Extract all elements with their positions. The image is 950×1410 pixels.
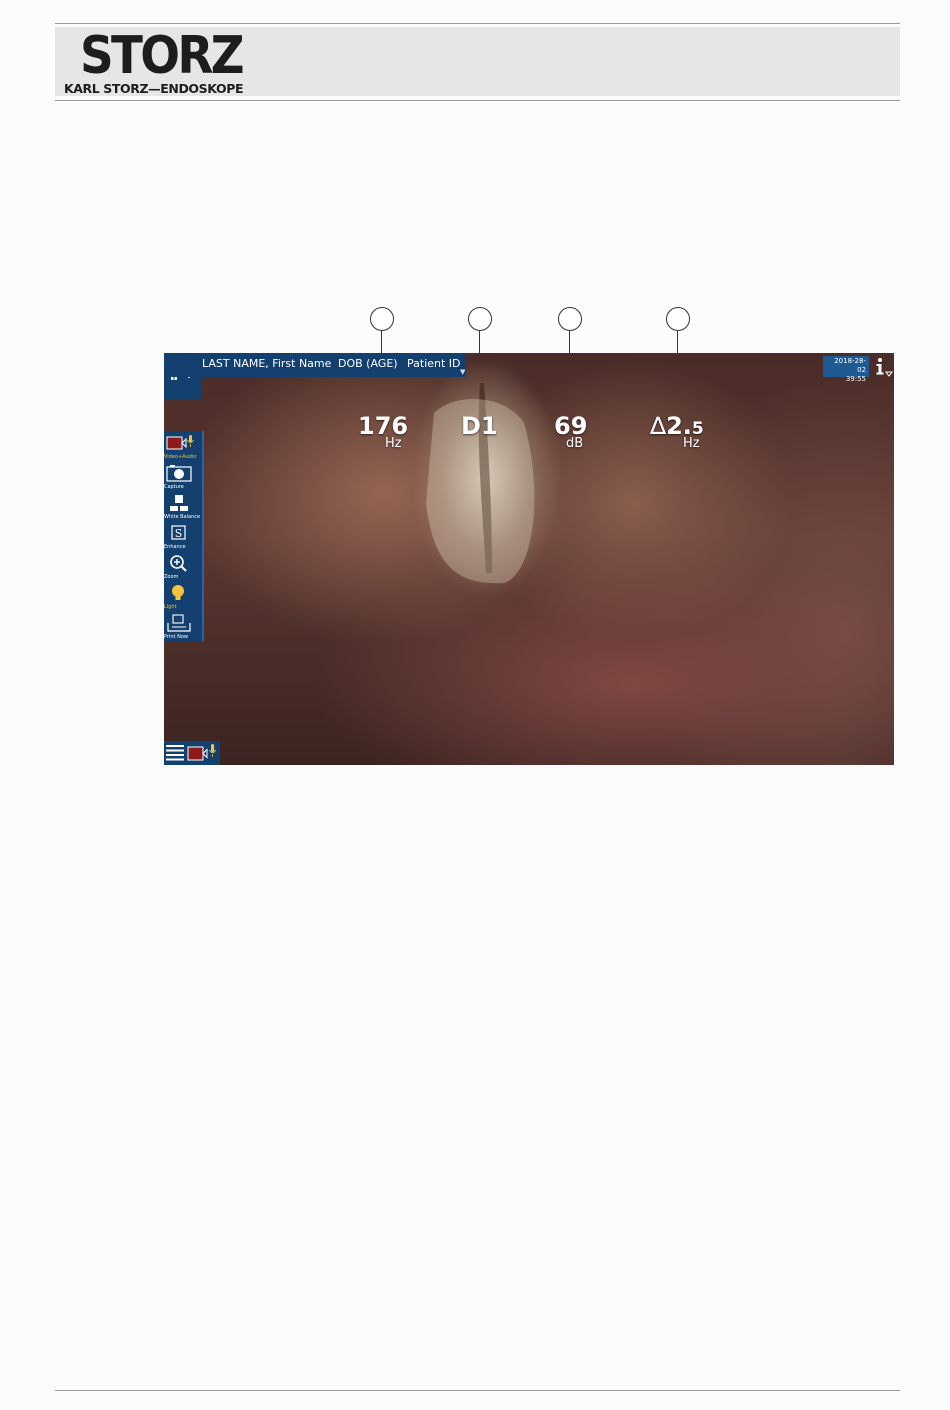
video-audio-icon bbox=[166, 435, 194, 450]
tool-label: Light bbox=[164, 604, 177, 610]
header-bottom-rule bbox=[55, 100, 900, 101]
callout-1 bbox=[370, 307, 394, 331]
enhance-icon: S bbox=[171, 525, 186, 540]
header-top-rule bbox=[55, 23, 900, 24]
delta-unit: Hz bbox=[683, 436, 700, 451]
white-balance-icon bbox=[170, 495, 188, 511]
callout-4 bbox=[666, 307, 690, 331]
tool-label: Zoom bbox=[164, 574, 179, 580]
glottis-shape bbox=[426, 383, 535, 584]
tool-label: Capture bbox=[164, 484, 184, 490]
tool-print-now[interactable]: Print Now bbox=[164, 613, 200, 643]
tool-video-audio[interactable]: Video+Audio bbox=[164, 433, 200, 463]
patient-id: Patient ID bbox=[407, 357, 461, 370]
tool-white-balance[interactable]: White Balance bbox=[164, 493, 200, 523]
tool-label: White Balance bbox=[164, 514, 201, 520]
camera-icon bbox=[166, 465, 192, 482]
logo-wordmark: STORZ bbox=[80, 26, 245, 86]
recording-status-icon[interactable] bbox=[187, 743, 219, 763]
mode-value: D1 bbox=[461, 412, 498, 440]
bottom-bar bbox=[164, 741, 220, 765]
level-unit: dB bbox=[566, 436, 584, 451]
storz-logo: STORZ KARL STORZ—ENDOSKOPE bbox=[64, 28, 264, 98]
patient-info-bar[interactable]: LAST NAME, First Name DOB (AGE) Patient … bbox=[164, 353, 466, 377]
endoscope-screen: LAST NAME, First Name DOB (AGE) Patient … bbox=[164, 353, 894, 765]
left-toolbar: Video+Audio Capture White Balance S Enha… bbox=[164, 431, 204, 641]
date-text: 2018-28-02 bbox=[834, 357, 866, 374]
tool-zoom[interactable]: Zoom bbox=[164, 553, 200, 583]
info-icon[interactable] bbox=[874, 356, 894, 378]
zoom-icon bbox=[170, 555, 187, 572]
datetime-display: 2018-28-02 39:55 bbox=[823, 356, 869, 383]
tool-enhance[interactable]: S Enhance bbox=[164, 523, 200, 553]
logo-subtitle: KARL STORZ—ENDOSKOPE bbox=[64, 81, 244, 96]
time-text: 39:55 bbox=[845, 375, 866, 383]
tool-light[interactable]: Light bbox=[164, 583, 200, 613]
triangle-down-icon[interactable]: ▼ bbox=[460, 368, 465, 376]
tool-label: Enhance bbox=[164, 544, 186, 550]
tool-label: Print Now bbox=[164, 634, 188, 640]
callout-3 bbox=[558, 307, 582, 331]
tool-capture[interactable]: Capture bbox=[164, 463, 200, 493]
svg-text:S: S bbox=[175, 527, 183, 540]
print-icon bbox=[167, 614, 191, 632]
menu-icon[interactable] bbox=[165, 743, 185, 763]
tool-label: Video+Audio bbox=[164, 454, 197, 460]
footer-rule bbox=[55, 1390, 900, 1391]
callout-2 bbox=[468, 307, 492, 331]
patient-name: LAST NAME, First Name bbox=[202, 357, 332, 370]
frequency-unit: Hz bbox=[385, 436, 402, 451]
patient-dob: DOB (AGE) bbox=[338, 357, 398, 370]
delta-symbol: ∆ bbox=[650, 412, 667, 440]
lightbulb-icon bbox=[172, 585, 184, 600]
